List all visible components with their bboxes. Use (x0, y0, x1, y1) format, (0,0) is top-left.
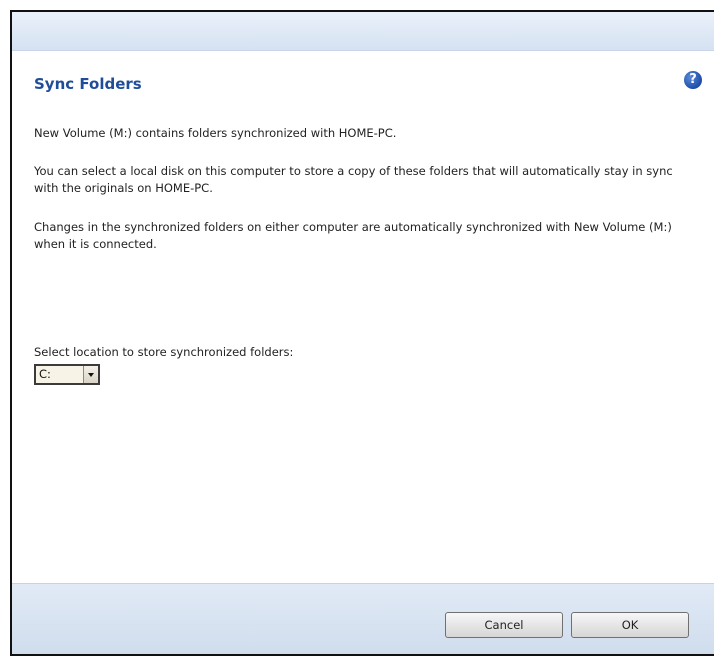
dialog-content: Sync Folders ? New Volume (M:) contains … (12, 51, 714, 583)
page-title: Sync Folders (34, 75, 142, 93)
location-label: Select location to store synchronized fo… (34, 345, 294, 359)
help-icon[interactable]: ? (684, 71, 702, 89)
dropdown-button[interactable] (83, 366, 98, 383)
chevron-down-icon (88, 372, 94, 377)
dialog-footer: Cancel OK (12, 583, 714, 654)
info-paragraph-2: You can select a local disk on this comp… (34, 164, 673, 195)
sync-folders-dialog: Sync Folders ? New Volume (M:) contains … (10, 10, 714, 656)
info-paragraph-1: New Volume (M:) contains folders synchro… (34, 126, 397, 140)
location-selected-value: C: (36, 366, 83, 383)
ok-button[interactable]: OK (571, 612, 689, 638)
title-bar (12, 12, 714, 51)
location-dropdown[interactable]: C: (34, 364, 100, 385)
info-paragraph-3: Changes in the synchronized folders on e… (34, 220, 672, 251)
cancel-button[interactable]: Cancel (445, 612, 563, 638)
